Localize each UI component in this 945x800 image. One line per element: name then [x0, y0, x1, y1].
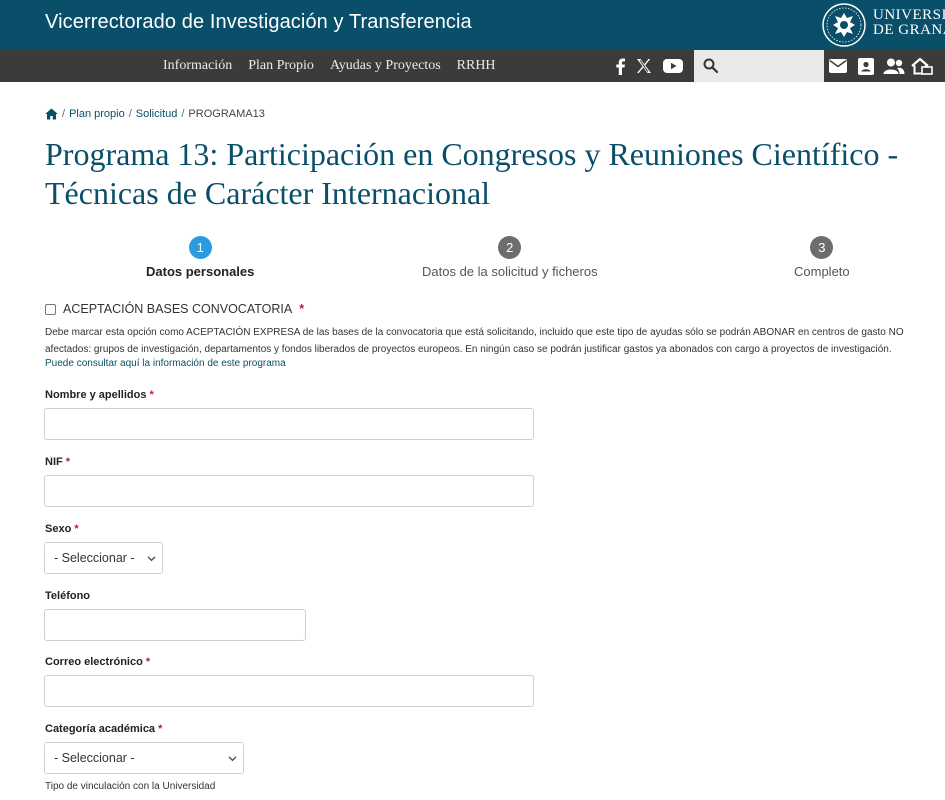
required-mark: *: [74, 523, 79, 535]
required-mark: *: [65, 456, 71, 468]
users-link[interactable]: [880, 58, 908, 74]
step-number: 3: [810, 236, 834, 259]
nav-item-plan-propio[interactable]: Plan Propio: [240, 58, 322, 74]
nav-menu: Información Plan Propio Ayudas y Proyect…: [155, 50, 504, 82]
nombre-input[interactable]: [44, 408, 534, 440]
breadcrumb-separator: /: [62, 108, 66, 120]
step-number: 1: [188, 236, 212, 259]
correo-label: Correo electrónico *: [45, 656, 151, 668]
nav-item-informacion[interactable]: Información: [155, 58, 240, 74]
required-mark: *: [149, 389, 154, 401]
acceptance-label[interactable]: ACEPTACIÓN BASES CONVOCATORIA: [63, 302, 292, 316]
facebook-link[interactable]: [614, 50, 626, 82]
x-twitter-icon: [637, 59, 651, 73]
acceptance-checkbox[interactable]: [45, 303, 56, 315]
step-datos-personales[interactable]: 1 Datos personales: [146, 236, 254, 279]
site-title[interactable]: Vicerrectorado de Investigación y Transf…: [45, 11, 472, 34]
contact-card-icon: [858, 57, 874, 75]
breadcrumb: / Plan propio / Solicitud / PROGRAMA13: [45, 108, 265, 120]
directory-link[interactable]: [852, 57, 880, 75]
utility-icons: [824, 50, 945, 82]
sexo-select[interactable]: - Seleccionar -: [44, 542, 163, 574]
youtube-icon: [663, 59, 683, 73]
mail-link[interactable]: [824, 59, 852, 73]
telefono-input[interactable]: [44, 609, 306, 641]
step-number: 2: [498, 236, 522, 259]
sexo-label: Sexo *: [45, 523, 79, 535]
step-label: Completo: [794, 264, 850, 279]
home-access-link[interactable]: [908, 57, 936, 75]
users-icon: [883, 58, 905, 74]
required-mark: *: [299, 302, 305, 316]
step-datos-solicitud[interactable]: 2 Datos de la solicitud y ficheros: [422, 236, 598, 279]
nif-input[interactable]: [44, 475, 534, 507]
x-link[interactable]: [636, 50, 652, 82]
step-completo[interactable]: 3 Completo: [794, 236, 850, 279]
nav-item-ayudas-proyectos[interactable]: Ayudas y Proyectos: [322, 58, 449, 74]
acceptance-row: ACEPTACIÓN BASES CONVOCATORIA *: [45, 302, 304, 316]
search-box[interactable]: [694, 50, 824, 82]
facebook-icon: [616, 58, 625, 75]
telefono-label: Teléfono: [45, 590, 91, 602]
mail-icon: [829, 59, 847, 73]
top-header: Vicerrectorado de Investigación y Transf…: [0, 0, 945, 50]
progress-steps: 1 Datos personales 2 Datos de la solicit…: [45, 236, 945, 286]
page-title-line-2: Técnicas de Carácter Internacional: [45, 175, 491, 211]
page-title-line-1: Programa 13: Participación en Congresos …: [45, 136, 899, 172]
acceptance-description: Debe marcar esta opción como ACEPTACIÓN …: [45, 327, 904, 355]
nombre-label: Nombre y apellidos *: [45, 389, 154, 401]
nif-label: NIF *: [45, 456, 71, 468]
categoria-label: Categoría académica *: [45, 723, 163, 735]
correo-input[interactable]: [44, 675, 534, 707]
categoria-help-text: Tipo de vinculación con la Universidad: [45, 781, 216, 792]
page-title: Programa 13: Participación en Congresos …: [45, 135, 945, 213]
sexo-selected-value: - Seleccionar -: [54, 551, 135, 565]
chevron-down-icon: [228, 756, 237, 762]
breadcrumb-current: PROGRAMA13: [188, 108, 265, 120]
chevron-down-icon: [147, 556, 156, 562]
required-mark: *: [158, 723, 163, 735]
breadcrumb-separator: /: [181, 108, 185, 120]
search-input[interactable]: [724, 54, 820, 78]
step-label: Datos personales: [146, 264, 255, 279]
breadcrumb-solicitud[interactable]: Solicitud: [136, 108, 178, 120]
categoria-selected-value: - Seleccionar -: [54, 751, 135, 765]
breadcrumb-plan-propio[interactable]: Plan propio: [69, 108, 125, 120]
home-access-icon: [911, 57, 933, 75]
breadcrumb-separator: /: [128, 108, 132, 120]
university-seal-icon[interactable]: [821, 2, 867, 48]
required-mark: *: [145, 656, 151, 668]
categoria-select[interactable]: - Seleccionar -: [44, 742, 244, 774]
youtube-link[interactable]: [663, 50, 683, 82]
nav-item-rrhh[interactable]: RRHH: [449, 58, 504, 74]
step-label: Datos de la solicitud y ficheros: [422, 264, 598, 279]
home-icon[interactable]: [45, 108, 58, 120]
university-name[interactable]: UNIVERSIDAD DE GRANADA: [873, 8, 945, 38]
program-info-link[interactable]: Puede consultar aquí la información de e…: [45, 358, 286, 369]
search-icon: [703, 58, 718, 73]
